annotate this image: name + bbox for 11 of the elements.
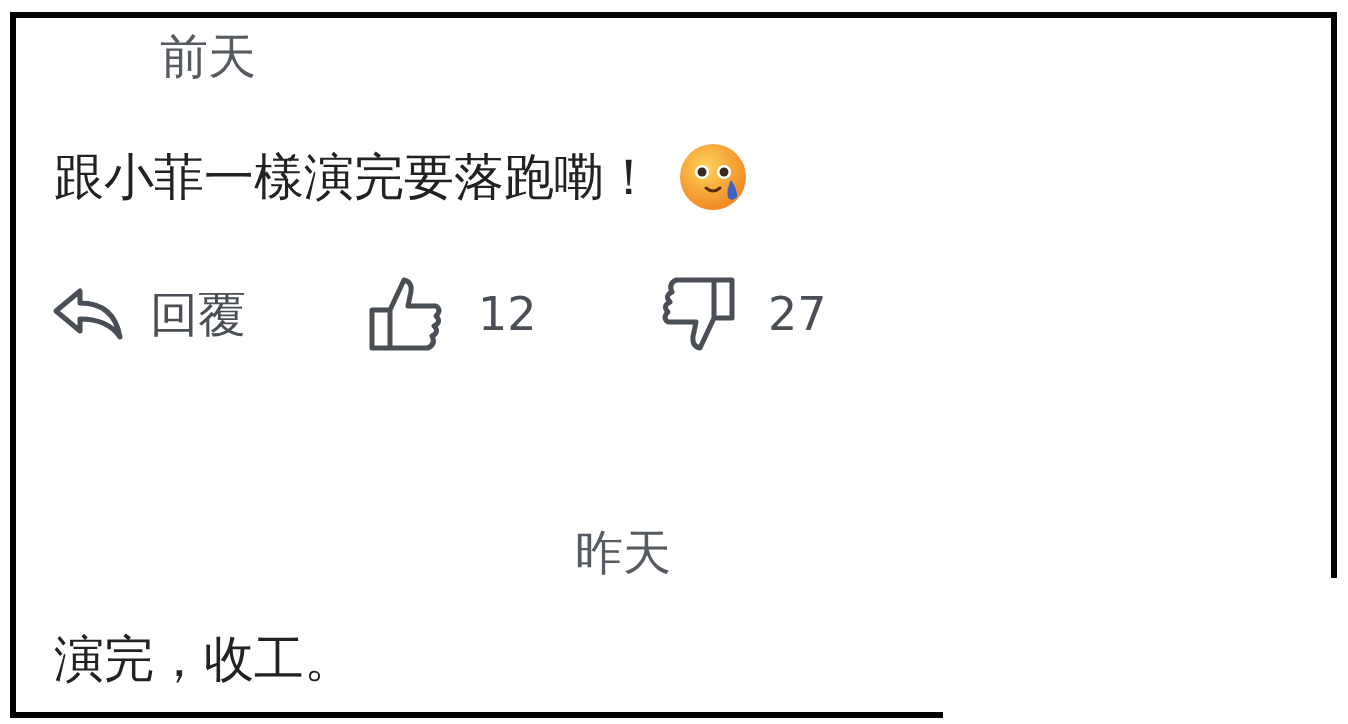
- comment-date: 前天: [160, 27, 257, 86]
- thumbs-down-icon[interactable]: [660, 276, 736, 352]
- dislike-count: 27: [768, 286, 827, 342]
- crying-face-icon: [678, 142, 748, 212]
- reply-link[interactable]: 回覆: [150, 286, 246, 342]
- comment-date: 昨天: [575, 523, 672, 582]
- like-count: 12: [478, 286, 538, 342]
- comment-text: 演完，收工。: [54, 629, 354, 690]
- thumbs-up-icon[interactable]: [368, 276, 444, 352]
- comment-text: 跟小菲一樣演完要落跑嘞！: [54, 147, 654, 208]
- reply-arrow-icon[interactable]: [52, 287, 124, 341]
